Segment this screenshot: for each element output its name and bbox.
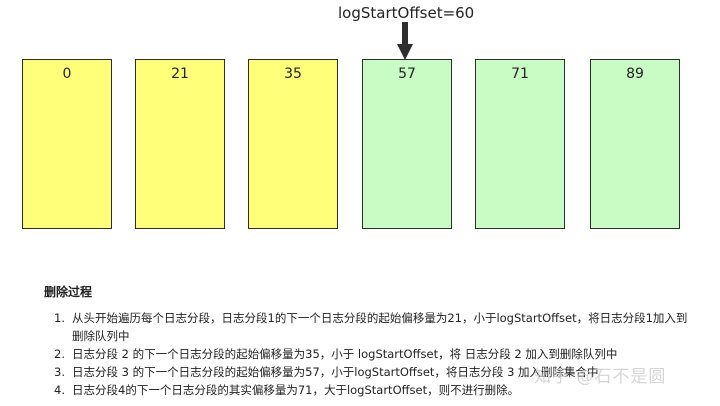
log-segment-1: 0	[22, 59, 112, 229]
step-text: 日志分段 3 的下一个日志分段的起始偏移量为57，小于logStartOffse…	[72, 365, 599, 379]
marker-label: logStartOffset=60	[338, 4, 475, 22]
segment-base-offset: 57	[398, 66, 416, 82]
log-segment-5: 71	[475, 59, 565, 229]
step-number: 1.	[54, 311, 65, 325]
segment-base-offset: 0	[62, 66, 72, 82]
step-item: 2. 日志分段 2 的下一个日志分段的起始偏移量为35，小于 logStartO…	[54, 345, 694, 363]
log-segment-6: 89	[590, 59, 680, 229]
log-segment-3: 35	[248, 59, 338, 229]
step-number: 4.	[54, 383, 65, 397]
log-segment-2: 21	[135, 59, 225, 229]
step-text: 日志分段 2 的下一个日志分段的起始偏移量为35，小于 logStartOffs…	[72, 347, 618, 361]
segment-base-offset: 71	[511, 66, 529, 82]
segment-base-offset: 21	[171, 66, 189, 82]
log-segment-4: 57	[362, 59, 452, 229]
watermark: 知乎 @石不是圆	[534, 367, 667, 387]
step-text: 日志分段4的下一个日志分段的其实偏移量为71，大于logStartOffset，…	[72, 383, 520, 397]
section-title: 删除过程	[44, 285, 93, 299]
step-number: 2.	[54, 347, 65, 361]
down-arrow-icon	[397, 22, 413, 60]
segment-base-offset: 89	[626, 66, 644, 82]
step-number: 3.	[54, 365, 65, 379]
step-item: 1. 从头开始遍历每个日志分段，日志分段1的下一个日志分段的起始偏移量为21，小…	[54, 309, 694, 345]
step-text: 从头开始遍历每个日志分段，日志分段1的下一个日志分段的起始偏移量为21，小于lo…	[72, 311, 688, 343]
segment-base-offset: 35	[284, 66, 302, 82]
